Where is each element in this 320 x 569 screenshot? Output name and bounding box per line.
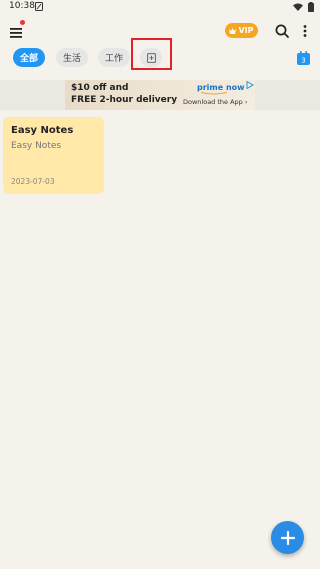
status-bar: 10:38 [0, 0, 320, 14]
note-title: Easy Notes [11, 125, 74, 136]
status-icons [293, 2, 314, 12]
ad-cta[interactable]: Download the App › [183, 98, 247, 106]
note-date: 2023-07-03 [11, 177, 55, 186]
battery-icon [308, 2, 314, 12]
wifi-icon [293, 3, 303, 11]
ad-content[interactable]: $10 off and FREE 2-hour delivery prime n… [65, 80, 255, 110]
tab-life[interactable]: 生活 [56, 48, 88, 67]
ad-choices-icon[interactable] [246, 81, 254, 89]
tab-work[interactable]: 工作 [98, 48, 130, 67]
crown-icon [229, 27, 237, 34]
tab-all[interactable]: 全部 [13, 48, 45, 67]
ad-brand-logo: prime now [197, 83, 245, 92]
add-note-button[interactable] [271, 521, 304, 554]
status-time: 10:38 [9, 1, 35, 11]
ad-banner[interactable]: $10 off and FREE 2-hour delivery prime n… [0, 80, 320, 110]
vip-button[interactable]: VIP [225, 23, 258, 38]
menu-icon[interactable] [8, 24, 26, 40]
ad-subheadline: FREE 2-hour delivery [71, 95, 178, 105]
note-card[interactable]: Easy Notes Easy Notes 2023-07-03 [3, 117, 104, 194]
highlight-box [131, 38, 172, 70]
ad-headline: $10 off and [71, 83, 129, 93]
edit-notification-icon [35, 2, 43, 11]
ad-smile-icon [201, 92, 227, 95]
vip-label: VIP [238, 26, 254, 35]
more-options-icon[interactable] [300, 23, 310, 39]
calendar-icon[interactable]: 3 [297, 51, 310, 65]
notification-dot [20, 20, 25, 25]
calendar-day: 3 [301, 57, 305, 65]
plus-icon [280, 530, 295, 545]
note-preview: Easy Notes [11, 141, 62, 151]
search-icon[interactable] [274, 23, 290, 39]
